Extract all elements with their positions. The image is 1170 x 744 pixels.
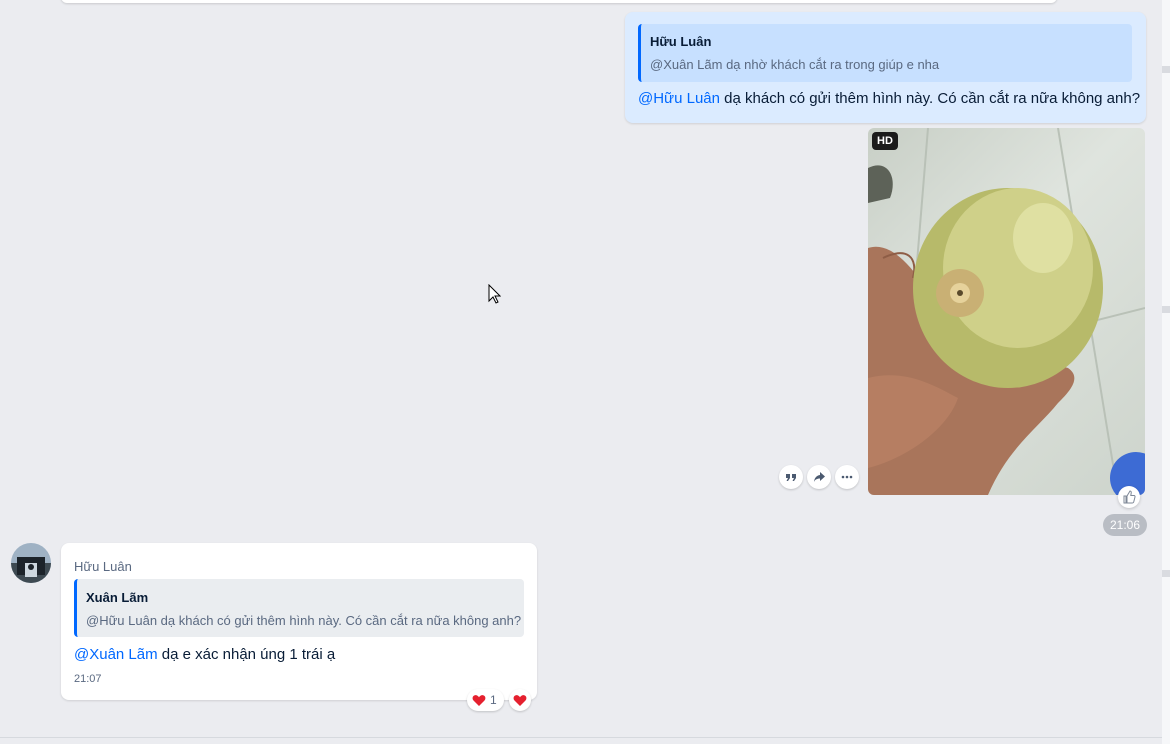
more-button[interactable] bbox=[835, 465, 859, 489]
quote-author: Xuân Lãm bbox=[86, 590, 149, 605]
thumbs-up-icon bbox=[1123, 490, 1136, 504]
mention-link[interactable]: @Hữu Luân bbox=[638, 90, 720, 107]
message-timestamp: 21:07 bbox=[74, 673, 102, 685]
message-text: @Xuân Lãm dạ e xác nhận úng 1 trái ạ bbox=[74, 646, 335, 663]
scroll-marker bbox=[1162, 570, 1170, 577]
mouse-cursor-icon bbox=[488, 283, 502, 309]
reaction-summary[interactable]: 1 bbox=[467, 689, 504, 711]
quoted-message[interactable]: Hữu Luân @Xuân Lãm dạ nhờ khách cắt ra t… bbox=[638, 24, 1132, 82]
incoming-message-bubble[interactable]: Hữu Luân Xuân Lãm @Hữu Luân dạ khách có … bbox=[61, 543, 537, 700]
forward-icon bbox=[813, 472, 825, 482]
reaction-count: 1 bbox=[490, 693, 497, 707]
quote-text: @Hữu Luân dạ khách có gửi thêm hình này.… bbox=[86, 613, 522, 628]
fruit-in-hand-image bbox=[868, 128, 1145, 495]
forward-button[interactable] bbox=[807, 465, 831, 489]
add-reaction-button[interactable] bbox=[509, 689, 531, 711]
previous-message-card bbox=[61, 0, 1057, 3]
scroll-marker bbox=[1162, 66, 1170, 73]
message-text: @Hữu Luân dạ khách có gửi thêm hình này.… bbox=[638, 90, 1140, 107]
scroll-marker bbox=[1162, 306, 1170, 313]
photo-message[interactable]: HD bbox=[868, 128, 1145, 495]
heart-icon bbox=[472, 694, 486, 706]
photo-timestamp: 21:06 bbox=[1103, 514, 1148, 536]
sender-name: Hữu Luân bbox=[74, 559, 132, 574]
divider bbox=[0, 737, 1162, 738]
mention-link[interactable]: @Xuân Lãm bbox=[74, 646, 158, 663]
quote-text: @Xuân Lãm dạ nhờ khách cắt ra trong giúp… bbox=[650, 57, 940, 72]
message-body: dạ e xác nhận úng 1 trái ạ bbox=[157, 646, 336, 663]
outgoing-message-bubble[interactable]: Hữu Luân @Xuân Lãm dạ nhờ khách cắt ra t… bbox=[625, 12, 1146, 123]
hd-badge: HD bbox=[872, 132, 898, 150]
heart-icon bbox=[513, 694, 527, 706]
scrollbar-track[interactable] bbox=[1162, 0, 1170, 744]
like-button[interactable] bbox=[1118, 486, 1140, 508]
more-icon bbox=[841, 475, 853, 479]
quote-button[interactable] bbox=[779, 465, 803, 489]
quote-author: Hữu Luân bbox=[650, 34, 712, 49]
quoted-message[interactable]: Xuân Lãm @Hữu Luân dạ khách có gửi thêm … bbox=[74, 579, 524, 637]
quote-icon bbox=[786, 474, 796, 481]
avatar[interactable] bbox=[11, 543, 51, 583]
message-body: dạ khách có gửi thêm hình này. Có cần cắ… bbox=[719, 90, 1141, 107]
